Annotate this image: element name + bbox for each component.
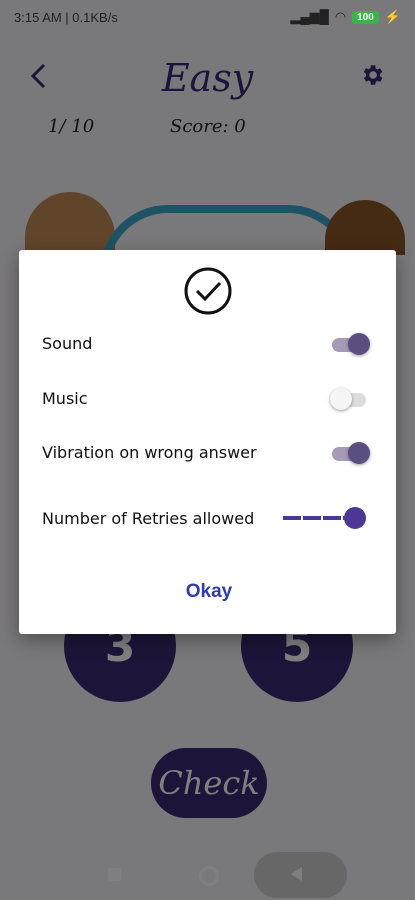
check-circle-icon bbox=[184, 267, 232, 315]
vibration-label: Vibration on wrong answer bbox=[42, 443, 257, 462]
okay-button[interactable]: Okay bbox=[169, 574, 249, 610]
battery-icon: 100 bbox=[352, 10, 379, 24]
vibration-toggle[interactable] bbox=[332, 441, 370, 465]
status-bar: 3:15 AM | 0.1KB/s ▂▄▆█ ◠ 100 ⚡ bbox=[0, 0, 415, 34]
wifi-icon: ◠ bbox=[334, 9, 347, 24]
status-time: 3:15 AM | 0.1KB/s bbox=[14, 9, 118, 25]
sound-toggle[interactable] bbox=[332, 332, 370, 356]
music-label: Music bbox=[42, 389, 88, 408]
retries-slider-thumb[interactable] bbox=[344, 507, 366, 529]
sound-label: Sound bbox=[42, 334, 93, 353]
retries-slider[interactable] bbox=[283, 506, 373, 530]
music-toggle[interactable] bbox=[330, 387, 370, 411]
retries-label: Number of Retries allowed bbox=[42, 509, 255, 528]
charging-icon: ⚡ bbox=[384, 9, 401, 24]
status-icons: ▂▄▆█ ◠ 100 ⚡ bbox=[290, 9, 401, 25]
settings-dialog: Sound Music Vibration on wrong answer Nu… bbox=[19, 250, 396, 634]
signal-icon: ▂▄▆█ bbox=[290, 9, 329, 24]
